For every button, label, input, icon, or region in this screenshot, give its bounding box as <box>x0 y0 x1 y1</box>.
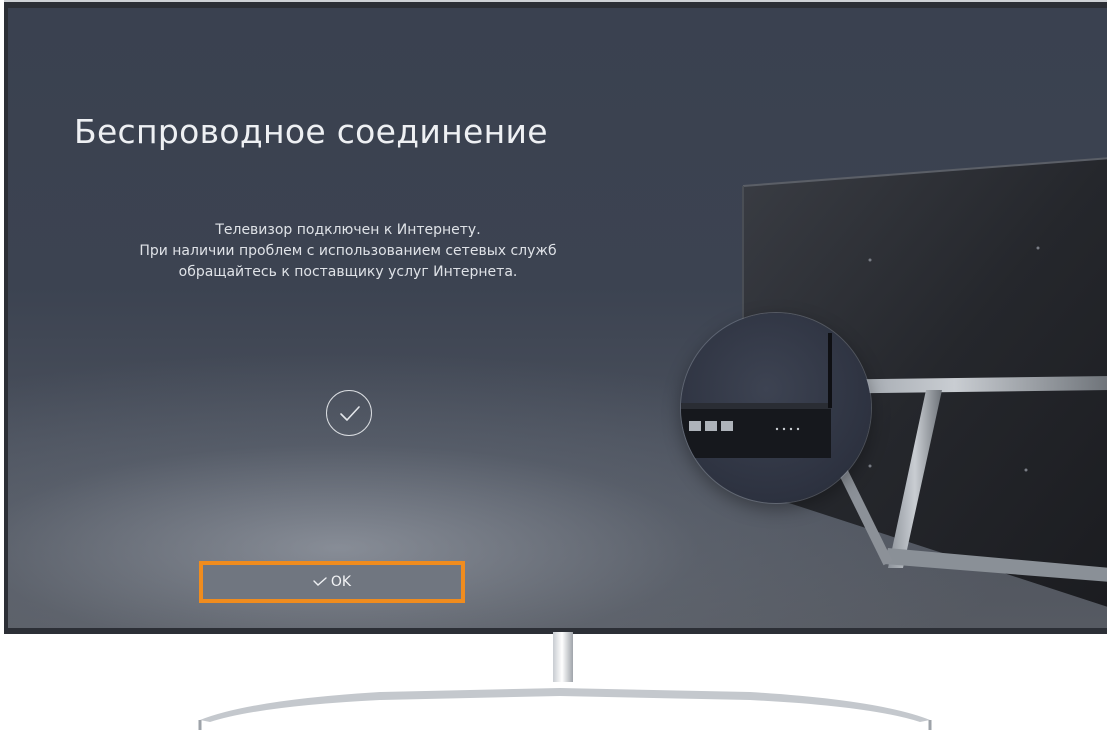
tv-frame: Беспроводное соединение Телевизор подклю… <box>4 0 1107 634</box>
tv-illustration <box>742 157 1107 607</box>
checkmark-circle-icon <box>326 390 372 436</box>
tv-screen: Беспроводное соединение Телевизор подклю… <box>8 8 1107 628</box>
router-zoom-illustration <box>681 313 871 503</box>
message-line: обращайтесь к поставщику услуг Интернета… <box>178 264 518 280</box>
ok-button-label: OK <box>330 574 352 590</box>
ok-button[interactable]: OK <box>199 561 465 603</box>
tv-stand-base <box>198 688 932 730</box>
connection-message: Телевизор подключен к Интернету. При нал… <box>48 220 648 283</box>
router-icon <box>681 333 832 458</box>
checkmark-icon <box>313 577 327 586</box>
page-title: Беспроводное соединение <box>74 112 548 151</box>
message-line: При наличии проблем с использованием сет… <box>139 243 557 259</box>
message-line: Телевизор подключен к Интернету. <box>215 222 481 238</box>
